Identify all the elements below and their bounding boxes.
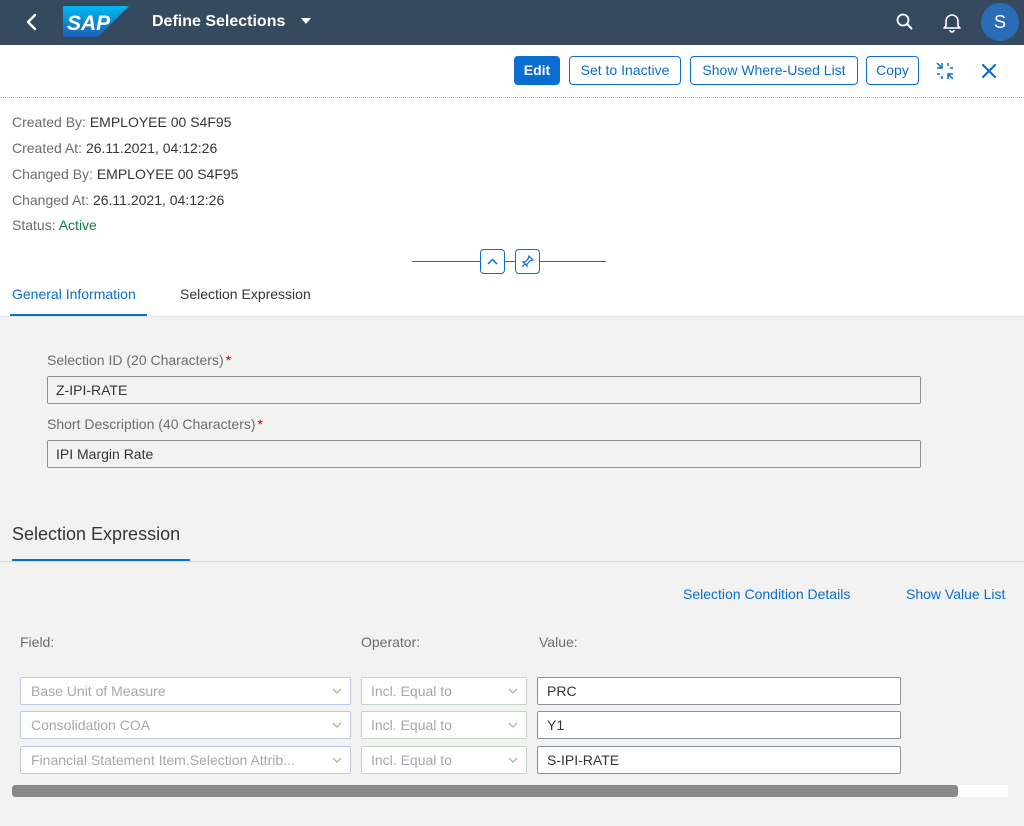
show-where-used-button[interactable]: Show Where-Used List <box>690 56 858 85</box>
operator-select-value: Incl. Equal to <box>371 717 452 733</box>
section-divider <box>0 561 1024 562</box>
selection-condition-details-link[interactable]: Selection Condition Details <box>683 586 850 602</box>
changed-at-value: 26.11.2021, 04:12:26 <box>92 192 225 208</box>
required-marker: * <box>257 416 263 432</box>
horizontal-scrollbar-thumb[interactable] <box>12 785 958 797</box>
section-title-selection-expression: Selection Expression <box>12 524 181 544</box>
operator-select-row-1[interactable]: Incl. Equal to <box>361 677 527 705</box>
column-header-value: Value: <box>539 634 578 650</box>
header-divider-left <box>412 261 480 262</box>
copy-button[interactable]: Copy <box>866 56 919 85</box>
value-input-row-3[interactable]: S-IPI-RATE <box>537 746 901 774</box>
field-select-row-2[interactable]: Consolidation COA <box>20 711 351 739</box>
pin-header-button[interactable] <box>515 249 540 274</box>
header-divider-mid <box>505 261 515 262</box>
shell-bar: SAP Define Selections S <box>0 0 1024 45</box>
field-select-row-3[interactable]: Financial Statement Item.Selection Attri… <box>20 746 351 774</box>
created-at-value: 26.11.2021, 04:12:26 <box>85 140 218 156</box>
object-header: Edit Set to Inactive Show Where-Used Lis… <box>0 45 1024 317</box>
short-description-field[interactable]: IPI Margin Rate <box>47 440 921 468</box>
value-input-row-1[interactable]: PRC <box>537 677 901 705</box>
operator-select-row-2[interactable]: Incl. Equal to <box>361 711 527 739</box>
selection-id-field[interactable]: Z-IPI-RATE <box>47 376 921 404</box>
status-label: Status: <box>12 217 56 233</box>
show-value-list-link[interactable]: Show Value List <box>906 586 1005 602</box>
created-by-label: Created By: <box>12 114 86 130</box>
changed-by: Changed By: EMPLOYEE 00 S4F95 <box>12 166 238 182</box>
chevron-down-icon <box>508 688 518 694</box>
changed-by-value: EMPLOYEE 00 S4F95 <box>96 166 239 182</box>
edit-button[interactable]: Edit <box>514 56 560 85</box>
chevron-down-icon <box>332 757 342 763</box>
field-select-value: Base Unit of Measure <box>31 683 166 699</box>
header-divider-right <box>540 261 606 262</box>
bell-icon[interactable] <box>941 11 963 33</box>
tab-general-information[interactable]: General Information <box>12 286 136 302</box>
pin-icon <box>521 254 535 268</box>
created-at: Created At: 26.11.2021, 04:12:26 <box>12 140 217 156</box>
exit-full-screen-icon[interactable] <box>933 59 957 83</box>
collapse-header-button[interactable] <box>480 249 505 274</box>
operator-select-row-3[interactable]: Incl. Equal to <box>361 746 527 774</box>
status: Status: Active <box>12 217 97 233</box>
tab-selection-expression[interactable]: Selection Expression <box>180 286 311 302</box>
operator-select-value: Incl. Equal to <box>371 683 452 699</box>
sap-logo[interactable]: SAP <box>63 6 129 37</box>
chevron-down-icon <box>508 757 518 763</box>
status-value: Active <box>58 217 97 233</box>
field-select-value: Consolidation COA <box>31 717 151 733</box>
value-input-row-2[interactable]: Y1 <box>537 711 901 739</box>
changed-by-label: Changed By: <box>12 166 93 182</box>
sap-logo-text: SAP <box>67 12 111 35</box>
selection-id-label: Selection ID (20 Characters) * <box>47 352 232 368</box>
field-select-row-1[interactable]: Base Unit of Measure <box>20 677 351 705</box>
chevron-down-icon <box>332 688 342 694</box>
field-select-value: Financial Statement Item.Selection Attri… <box>31 752 295 768</box>
changed-at: Changed At: 26.11.2021, 04:12:26 <box>12 192 224 208</box>
close-icon[interactable] <box>977 59 1001 83</box>
required-marker: * <box>225 352 232 368</box>
app-title-dropdown-icon[interactable] <box>301 18 311 24</box>
set-inactive-button[interactable]: Set to Inactive <box>569 56 681 85</box>
column-header-field: Field: <box>20 634 55 650</box>
chevron-down-icon <box>508 722 518 728</box>
search-icon[interactable] <box>894 11 916 33</box>
toolbar-divider <box>0 97 1024 98</box>
created-by-value: EMPLOYEE 00 S4F95 <box>89 114 232 130</box>
created-by: Created By: EMPLOYEE 00 S4F95 <box>12 114 231 130</box>
back-icon[interactable] <box>20 10 44 34</box>
created-at-label: Created At: <box>12 140 83 156</box>
header-divider <box>0 316 1024 317</box>
column-header-operator: Operator: <box>361 634 421 650</box>
short-description-label: Short Description (40 Characters) * <box>47 416 263 432</box>
chevron-down-icon <box>332 722 342 728</box>
user-avatar[interactable]: S <box>981 3 1019 41</box>
app-title[interactable]: Define Selections <box>152 13 285 31</box>
changed-at-label: Changed At: <box>12 192 90 208</box>
chevron-up-icon <box>487 258 498 265</box>
operator-select-value: Incl. Equal to <box>371 752 452 768</box>
